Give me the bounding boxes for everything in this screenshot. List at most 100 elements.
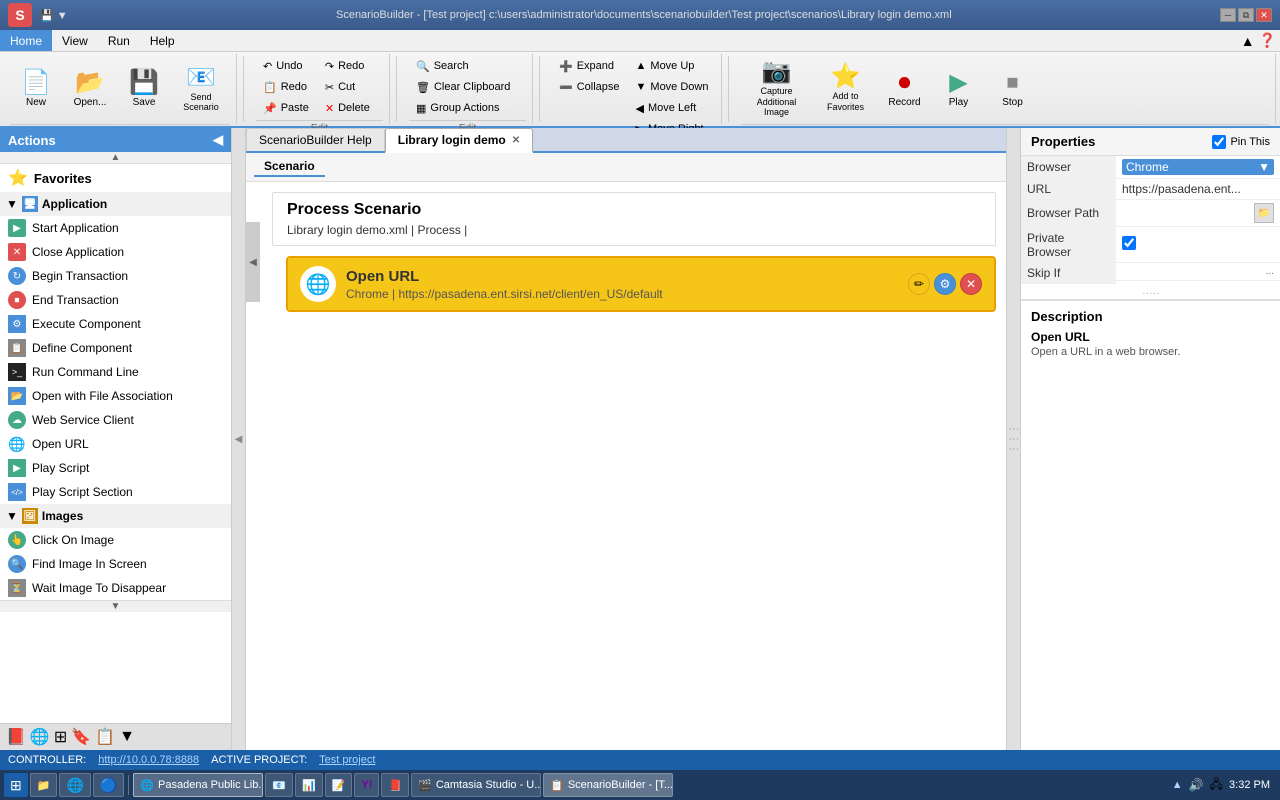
controller-value[interactable]: http://10.0.0.78:8888 [98,754,199,766]
clipboard2-icon[interactable]: 📋 [95,727,115,747]
taskbar-acrobat[interactable]: 📕 [381,773,409,797]
taskbar-word[interactable]: 📝 [325,773,353,797]
clear-clipboard-button[interactable]: 🗑 Clear Clipboard [409,77,517,97]
sidebar-item-favorites[interactable]: ⭐ Favorites [0,164,231,192]
skip-if-ellipsis[interactable]: ... [1266,266,1274,277]
table-icon[interactable]: ⊞ [54,727,67,747]
taskbar-pasadena[interactable]: 🌐 Pasadena Public Lib... [133,773,263,797]
sidebar-item-begin-transaction[interactable]: ↻ Begin Transaction [0,264,231,288]
pin-this-container[interactable]: Pin This [1212,135,1270,149]
taskbar-yahoo[interactable]: Y! [354,773,379,797]
capture-additional-button[interactable]: 📷 Capture Additional Image [741,56,811,122]
active-project-value[interactable]: Test project [319,754,375,766]
taskbar-scenariobuilder[interactable]: 📋 ScenarioBuilder - [T... [543,773,673,797]
restore-button[interactable]: ⧉ [1238,8,1254,22]
sidebar-item-end-transaction[interactable]: ⏹ End Transaction [0,288,231,312]
action-delete-icon[interactable]: ✕ [960,273,982,295]
add-to-favorites-button[interactable]: ⭐ Add to Favorites [815,56,875,122]
sidebar-scroll-up[interactable]: ▲ [0,152,231,164]
left-collapse-handle[interactable]: ◀ [232,128,246,750]
scenario-collapse-toggle[interactable]: ◀ [246,222,260,302]
sidebar-category-images[interactable]: ▼ 🖼 Images [0,504,231,528]
prop-value-private-browser[interactable] [1116,227,1280,262]
sidebar-item-play-script-section[interactable]: </> Play Script Section [0,480,231,504]
taskbar-excel[interactable]: 📊 [295,773,323,797]
action-config-icon[interactable]: ⚙ [934,273,956,295]
prop-value-browser-path[interactable]: 📁 [1116,200,1280,227]
group-actions-button[interactable]: ▦ Group Actions [409,98,517,118]
bookmark-icon[interactable]: 🔖 [71,727,91,747]
prop-drag-handle[interactable]: . . . . . [1021,284,1280,299]
cut-button[interactable]: ✂ Cut [318,77,377,97]
sidebar-item-click-on-image[interactable]: 👆 Click On Image [0,528,231,552]
volume-icon[interactable]: 🔊 [1189,778,1204,792]
play-button[interactable]: ▶ Play [933,56,983,122]
private-browser-checkbox[interactable] [1122,236,1136,250]
prop-value-url[interactable]: https://pasadena.ent... [1116,179,1280,200]
sidebar-item-start-application[interactable]: ▶ Start Application [0,216,231,240]
redo-button[interactable]: ↷ Redo [318,56,377,76]
right-collapse-handle[interactable]: ⋮⋮⋮ [1006,128,1020,750]
send-scenario-button[interactable]: 📧 Send Scenario [172,56,230,122]
pdf-icon[interactable]: 📕 [6,727,26,747]
more-icon[interactable]: ▼ [119,728,135,746]
tab-close-icon[interactable]: ✕ [512,135,520,146]
menu-help[interactable]: Help [140,30,185,51]
sidebar-category-application[interactable]: ▼ 🖥 Application [0,192,231,216]
tab-scenariobuilder-help[interactable]: ScenarioBuilder Help [246,128,385,151]
minimize-button[interactable]: ─ [1220,8,1236,22]
pin-this-checkbox[interactable] [1212,135,1226,149]
sidebar-item-run-command-line[interactable]: >_ Run Command Line [0,360,231,384]
sidebar-item-define-component[interactable]: 📋 Define Component [0,336,231,360]
sidebar-collapse-btn[interactable]: ◀ [213,132,223,148]
menu-view[interactable]: View [52,30,98,51]
action-block-open-url[interactable]: 🌐 Open URL Chrome | https://pasadena.ent… [286,256,996,312]
sidebar-item-find-image-in-screen[interactable]: 🔍 Find Image In Screen [0,552,231,576]
stop-button[interactable]: ⏹ Stop [987,56,1037,122]
sidebar-item-execute-component[interactable]: ⚙ Execute Component [0,312,231,336]
sub-tab-scenario[interactable]: Scenario [254,157,325,177]
browser-path-browse-btn[interactable]: 📁 [1254,203,1274,223]
tab-library-login-demo[interactable]: Library login demo ✕ [385,128,533,153]
taskbar-chrome[interactable]: 🔵 [93,773,124,797]
taskbar-file-explorer[interactable]: 📁 [30,773,58,797]
sidebar-item-open-url[interactable]: 🌐 Open URL [0,432,231,456]
move-up-button[interactable]: ▲ Move Up [629,56,716,76]
prop-value-browser[interactable]: Chrome ▼ [1116,156,1280,179]
menu-run[interactable]: Run [98,30,140,51]
undo-button[interactable]: ↶ Undo [256,56,316,76]
sidebar-item-wait-image-disappear[interactable]: ⏳ Wait Image To Disappear [0,576,231,600]
sidebar-item-open-with-file-assoc[interactable]: 📂 Open with File Association [0,384,231,408]
sidebar-item-play-script[interactable]: ▶ Play Script [0,456,231,480]
taskbar-outlook[interactable]: 📧 [265,773,293,797]
help-icon[interactable]: ❓ [1259,32,1276,49]
action-edit-icon[interactable]: ✏ [908,273,930,295]
paste-button[interactable]: 📌 Paste [256,98,316,118]
ribbon-collapse-btn[interactable]: ▲ [1241,33,1255,49]
taskbar-camtasia[interactable]: 🎬 Camtasia Studio - U... [411,773,541,797]
record-button[interactable]: ⏺ Record [879,56,929,122]
close-button[interactable]: ✕ [1256,8,1272,22]
sidebar-scroll-down[interactable]: ▼ [0,600,231,612]
delete-button[interactable]: ✕ Delete [318,98,377,118]
collapse-button[interactable]: ➖ Collapse [552,77,627,97]
prop-value-skip-if[interactable]: ... [1116,263,1280,281]
move-left-button[interactable]: ◀ Move Left [629,98,716,118]
tray-arrow[interactable]: ▲ [1172,779,1183,791]
network-icon[interactable]: 🖧 [1210,775,1223,796]
sidebar-content[interactable]: ▲ ⭐ Favorites ▼ 🖥 Application ▶ Start Ap… [0,152,231,723]
web-icon[interactable]: 🌐 [30,727,50,747]
taskbar-start-button[interactable]: ⊞ [4,773,28,797]
copy-button[interactable]: 📋 Redo [256,77,316,97]
menu-home[interactable]: Home [0,30,52,51]
expand-button[interactable]: ➕ Expand [552,56,627,76]
search-button[interactable]: 🔍 Search [409,56,517,76]
save-button[interactable]: 💾 Save [118,56,170,122]
open-button[interactable]: 📂 Open... [64,56,116,122]
new-button[interactable]: 📄 New [10,56,62,122]
move-down-button[interactable]: ▼ Move Down [629,77,716,97]
sidebar-item-web-service-client[interactable]: ☁ Web Service Client [0,408,231,432]
taskbar-ie[interactable]: 🌐 [59,773,90,797]
browser-dropdown-selected[interactable]: Chrome ▼ [1122,159,1274,175]
sidebar-item-close-application[interactable]: ✕ Close Application [0,240,231,264]
